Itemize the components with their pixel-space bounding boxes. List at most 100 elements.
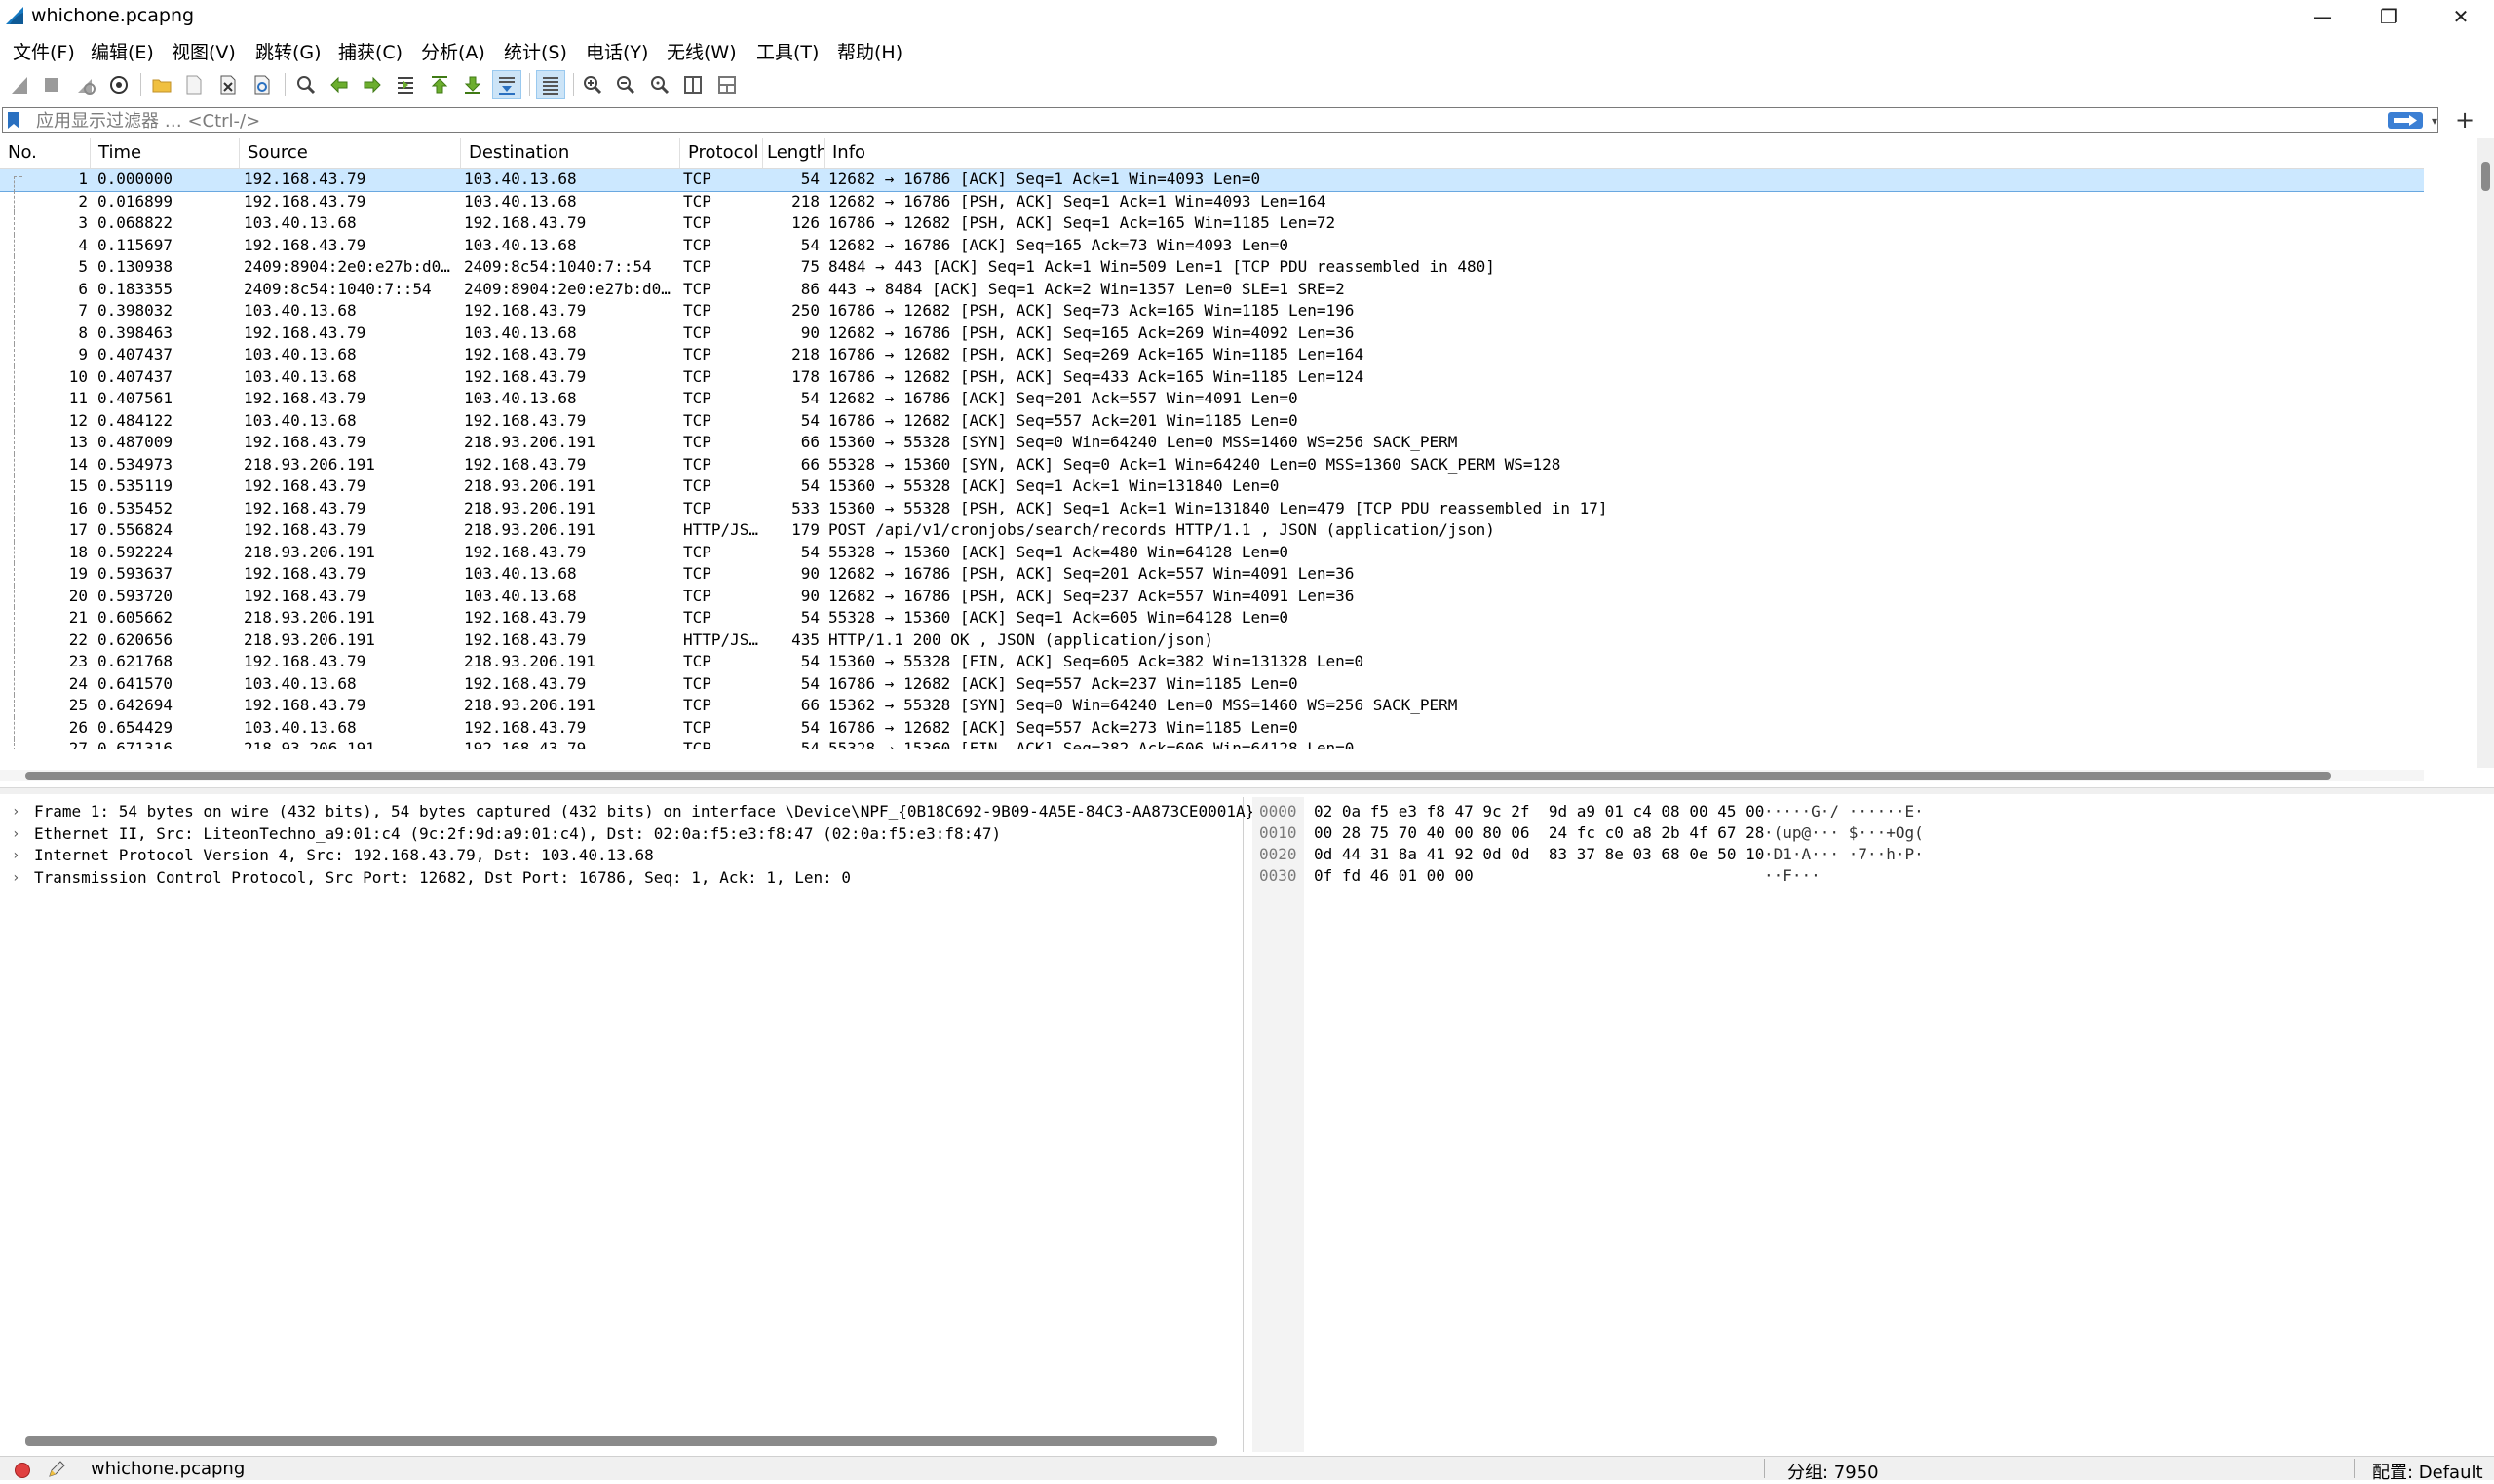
colorize-icon[interactable] (536, 70, 565, 99)
packet-row[interactable]: 11 0.407561 192.168.43.79 103.40.13.68 TCP 54… (0, 388, 2424, 410)
chevron-right-icon[interactable]: › (12, 823, 23, 846)
packet-row[interactable]: 14 0.534973 218.93.206.191 192.168.43.79 TCP… (0, 453, 2424, 476)
zoom-in-icon[interactable] (578, 70, 607, 99)
reload-file-icon[interactable] (248, 70, 277, 99)
chevron-down-icon[interactable]: ▾ (2428, 112, 2441, 129)
packet-row[interactable]: 25 0.642694 192.168.43.79 218.93.206.191 TCP… (0, 695, 2424, 717)
detail-tree-item[interactable]: › Ethernet II, Src: LiteonTechno_a9:01:c4… (0, 823, 1238, 846)
expert-info-icon[interactable] (15, 1463, 30, 1478)
byte-hex[interactable]: 00 28 75 70 40 00 80 06 24 fc c0 a8 2b 4… (1314, 822, 1764, 844)
packet-row[interactable]: 21 0.605662 218.93.206.191 192.168.43.79 TCP… (0, 607, 2424, 629)
zoom-out-icon[interactable] (611, 70, 640, 99)
pane-splitter[interactable] (0, 787, 2494, 794)
column-header-protocol[interactable]: Protocol (680, 138, 763, 168)
byte-hex[interactable]: 0f fd 46 01 00 00 (1314, 865, 1474, 887)
go-forward-icon[interactable] (358, 70, 387, 99)
packet-row[interactable]: 17 0.556824 192.168.43.79 218.93.206.191 HTT… (0, 519, 2424, 542)
byte-ascii[interactable]: ··F··· (1764, 865, 1821, 887)
menu-wireless[interactable]: 无线(W) (667, 38, 737, 64)
packet-row[interactable]: 12 0.484122 103.40.13.68 192.168.43.79 TCP 54… (0, 409, 2424, 432)
go-to-packet-icon[interactable] (391, 70, 420, 99)
packet-row[interactable]: 8 0.398463 192.168.43.79 103.40.13.68 TCP 90 1… (0, 322, 2424, 344)
save-file-icon[interactable] (179, 70, 209, 99)
packet-row[interactable]: 6 0.183355 2409:8c54:1040:7::54 2409:8904:2… (0, 278, 2424, 300)
menu-tools[interactable]: 工具(T) (756, 38, 819, 64)
scrollbar-thumb[interactable] (25, 772, 2331, 780)
packet-row[interactable]: 10 0.407437 103.40.13.68 192.168.43.79 TCP 17… (0, 365, 2424, 388)
display-filter-input[interactable] (34, 109, 2358, 133)
zoom-normal-icon[interactable] (645, 70, 674, 99)
packet-list-horizontal-scrollbar[interactable] (0, 770, 2424, 781)
column-header-length[interactable]: Length (763, 138, 825, 168)
open-file-icon[interactable] (147, 70, 176, 99)
packet-row[interactable]: 19 0.593637 192.168.43.79 103.40.13.68 TCP 90… (0, 563, 2424, 586)
packet-row[interactable]: 20 0.593720 192.168.43.79 103.40.13.68 TCP 90… (0, 585, 2424, 607)
column-header-destination[interactable]: Destination (461, 138, 680, 168)
packet-row[interactable]: 5 0.130938 2409:8904:2e0:e27b:d0b… 2409:8c5… (0, 256, 2424, 279)
capture-options-icon[interactable] (104, 70, 134, 99)
packet-row[interactable]: 9 0.407437 103.40.13.68 192.168.43.79 TCP 218… (0, 344, 2424, 366)
menu-view[interactable]: 视图(V) (172, 38, 236, 64)
scrollbar-thumb[interactable] (2481, 162, 2490, 191)
packet-row[interactable]: 23 0.621768 192.168.43.79 218.93.206.191 TCP… (0, 651, 2424, 673)
auto-scroll-icon[interactable] (492, 70, 521, 99)
capture-comment-icon[interactable] (47, 1460, 66, 1479)
column-header-no[interactable]: No. (0, 138, 91, 168)
chevron-right-icon[interactable]: › (12, 867, 23, 890)
status-profile[interactable]: 配置: Default (2372, 1459, 2483, 1484)
column-header-source[interactable]: Source (240, 138, 461, 168)
packet-row[interactable]: 1 0.000000 192.168.43.79 103.40.13.68 TCP 54 1… (0, 169, 2424, 192)
packet-row[interactable]: 16 0.535452 192.168.43.79 218.93.206.191 TCP… (0, 497, 2424, 519)
packet-row[interactable]: 4 0.115697 192.168.43.79 103.40.13.68 TCP 54 1… (0, 234, 2424, 256)
go-back-icon[interactable] (325, 70, 354, 99)
find-packet-icon[interactable] (291, 70, 321, 99)
bookmark-icon[interactable] (7, 111, 20, 130)
minimize-button[interactable]: — (2289, 0, 2356, 32)
byte-hex[interactable]: 02 0a f5 e3 f8 47 9c 2f 9d a9 01 c4 08 0… (1314, 801, 1764, 822)
detail-tree-item[interactable]: › Transmission Control Protocol, Src Port… (0, 867, 1238, 890)
packet-row[interactable]: 26 0.654429 103.40.13.68 192.168.43.79 TCP 54… (0, 716, 2424, 739)
add-filter-button[interactable]: + (2452, 107, 2477, 133)
packet-row[interactable]: 13 0.487009 192.168.43.79 218.93.206.191 TCP… (0, 432, 2424, 454)
apply-filter-button[interactable] (2388, 112, 2423, 129)
byte-hex[interactable]: 0d 44 31 8a 41 92 0d 0d 83 37 8e 03 68 0… (1314, 844, 1764, 865)
menu-telephony[interactable]: 电话(Y) (586, 38, 648, 64)
byte-ascii[interactable]: ·D1·A··· ·7··h·P· (1764, 844, 1924, 865)
packet-row[interactable]: 18 0.592224 218.93.206.191 192.168.43.79 TCP… (0, 541, 2424, 563)
layout-icon[interactable] (712, 70, 742, 99)
column-header-time[interactable]: Time (91, 138, 240, 168)
packet-row[interactable]: 24 0.641570 103.40.13.68 192.168.43.79 TCP 54… (0, 672, 2424, 695)
packet-row[interactable]: 3 0.068822 103.40.13.68 192.168.43.79 TCP 126… (0, 212, 2424, 235)
byte-ascii[interactable]: ·(up@··· $···+Og( (1764, 822, 1924, 844)
restart-capture-icon[interactable] (71, 70, 100, 99)
menu-analyze[interactable]: 分析(A) (421, 38, 485, 64)
go-last-icon[interactable] (458, 70, 487, 99)
menu-go[interactable]: 跳转(G) (255, 38, 322, 64)
menu-statistics[interactable]: 统计(S) (504, 38, 567, 64)
resize-columns-icon[interactable] (678, 70, 708, 99)
close-file-icon[interactable] (213, 70, 243, 99)
packet-row[interactable]: 27 0.671316 218.93.206.191 192.168.43.79 TCP… (0, 739, 2424, 749)
packet-time: 0.535119 (97, 476, 173, 495)
packet-row[interactable]: 7 0.398032 103.40.13.68 192.168.43.79 TCP 250… (0, 300, 2424, 323)
chevron-right-icon[interactable]: › (12, 801, 23, 823)
menu-file[interactable]: 文件(F) (13, 38, 75, 64)
menu-edit[interactable]: 编辑(E) (91, 38, 154, 64)
go-first-icon[interactable] (425, 70, 454, 99)
packet-row[interactable]: 15 0.535119 192.168.43.79 218.93.206.191 TCP… (0, 476, 2424, 498)
menu-help[interactable]: 帮助(H) (837, 38, 902, 64)
packet-row[interactable]: 22 0.620656 218.93.206.191 192.168.43.79 HTT… (0, 628, 2424, 651)
chevron-right-icon[interactable]: › (12, 845, 23, 867)
packet-list-vertical-scrollbar[interactable] (2477, 138, 2494, 768)
detail-tree-item[interactable]: › Frame 1: 54 bytes on wire (432 bits), 5… (0, 801, 1311, 823)
packet-row[interactable]: 2 0.016899 192.168.43.79 103.40.13.68 TCP 218… (0, 190, 2424, 212)
detail-tree-item[interactable]: › Internet Protocol Version 4, Src: 192.1… (0, 845, 1238, 867)
menu-capture[interactable]: 捕获(C) (338, 38, 403, 64)
stop-capture-icon[interactable] (37, 70, 66, 99)
close-button[interactable]: ✕ (2428, 0, 2494, 32)
restore-button[interactable]: ❐ (2356, 0, 2422, 32)
start-capture-icon[interactable] (5, 70, 34, 99)
details-horizontal-scrollbar[interactable] (25, 1436, 1217, 1446)
byte-ascii[interactable]: ·····G·/ ······E· (1764, 801, 1924, 822)
column-header-info[interactable]: Info (825, 138, 2424, 168)
